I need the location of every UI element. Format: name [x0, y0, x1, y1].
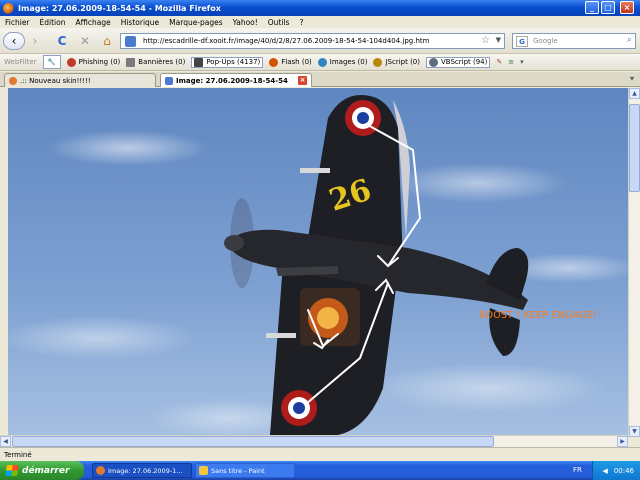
- tab-list-icon[interactable]: ▾: [630, 74, 634, 83]
- menu-file[interactable]: Fichier: [5, 18, 30, 27]
- firefox-logo-icon: [3, 2, 14, 14]
- bookmark-star-icon[interactable]: ☆: [481, 35, 490, 46]
- stop-button[interactable]: ✕: [77, 32, 93, 50]
- windows-logo-icon: [5, 465, 19, 476]
- list-icon[interactable]: ≡: [508, 58, 514, 66]
- home-icon: ⌂: [103, 34, 111, 48]
- menu-help[interactable]: ?: [299, 18, 303, 27]
- system-tray: FR ◀ 00:46: [573, 461, 640, 480]
- search-placeholder: Google: [533, 37, 558, 45]
- reload-button[interactable]: C: [54, 32, 70, 50]
- banner-icon: [126, 57, 136, 67]
- clock: 00:46: [613, 466, 634, 475]
- vertical-scroll-thumb[interactable]: [629, 104, 640, 192]
- paint-taskbar-icon: [199, 466, 208, 475]
- search-icon[interactable]: ⌕: [627, 35, 632, 45]
- emblem-core: [317, 307, 339, 329]
- tab-nouveau-skin[interactable]: .:: Nouveau skin!!!!!: [4, 73, 156, 87]
- page-favicon-icon: [9, 76, 17, 85]
- window-titlebar[interactable]: Image: 27.06.2009-18-54-54 - Mozilla Fir…: [0, 0, 640, 16]
- filter-flash[interactable]: Flash (0): [269, 57, 312, 67]
- scroll-up-icon[interactable]: ▲: [629, 88, 640, 99]
- jscript-icon: [373, 57, 383, 67]
- menu-edit[interactable]: Édition: [40, 18, 66, 27]
- popup-icon: [194, 57, 204, 67]
- maximize-button[interactable]: □: [601, 1, 615, 14]
- url-text: http://escadrille-df.xooit.fr/image/40/d…: [143, 37, 430, 45]
- windows-taskbar: démarrer Image: 27.06.2009-1... Sans tit…: [0, 461, 640, 480]
- filter-jscript[interactable]: JScript (0): [373, 57, 420, 67]
- image-icon: [317, 57, 327, 67]
- image-favicon-icon: [165, 76, 173, 85]
- edit-pen-icon[interactable]: ✎: [496, 58, 502, 66]
- annotation-text: BOOST ! KEEP ENGAGE!: [479, 310, 597, 321]
- status-bar: Terminé: [0, 447, 640, 461]
- webfilter-label: WebFilter: [4, 58, 37, 66]
- url-dropdown-icon[interactable]: ▼: [496, 36, 501, 44]
- back-button[interactable]: ‹: [3, 32, 25, 50]
- menu-bookmarks[interactable]: Marque-pages: [169, 18, 223, 27]
- url-bar[interactable]: http://escadrille-df.xooit.fr/image/40/d…: [120, 33, 505, 49]
- close-button[interactable]: ×: [620, 1, 634, 14]
- filter-vbscript[interactable]: VBScript (94): [426, 56, 491, 68]
- menu-view[interactable]: Affichage: [75, 18, 110, 27]
- scroll-right-icon[interactable]: ▶: [617, 436, 628, 447]
- status-text: Terminé: [4, 450, 32, 459]
- taskbar-firefox[interactable]: Image: 27.06.2009-1...: [92, 463, 192, 478]
- webfilter-toolbar: WebFilter 🔧 Phishing (0) Bannières (0) P…: [0, 54, 640, 71]
- menu-bar: Fichier Édition Affichage Historique Mar…: [0, 16, 640, 28]
- language-indicator[interactable]: FR: [573, 466, 582, 474]
- reload-icon: C: [57, 34, 67, 48]
- forward-arrow-icon: ›: [32, 34, 38, 48]
- scroll-left-icon[interactable]: ◀: [0, 436, 11, 447]
- content-left-edge: [0, 88, 8, 435]
- filter-phishing[interactable]: Phishing (0): [66, 57, 120, 67]
- filter-banners[interactable]: Bannières (0): [126, 57, 185, 67]
- filter-images[interactable]: Images (0): [317, 57, 367, 67]
- spinner: [224, 235, 244, 251]
- menu-yahoo[interactable]: Yahoo!: [233, 18, 258, 27]
- flash-icon: [269, 57, 279, 67]
- webfilter-wrench-icon[interactable]: 🔧: [42, 55, 61, 69]
- close-tab-icon[interactable]: ×: [298, 76, 307, 85]
- filter-popups[interactable]: Pop-Ups (4137): [191, 56, 264, 68]
- stop-icon: ✕: [79, 34, 91, 48]
- vertical-scrollbar[interactable]: ▲ ▼: [628, 88, 640, 437]
- back-arrow-icon: ‹: [11, 34, 17, 48]
- scroll-down-icon[interactable]: ▼: [629, 426, 640, 437]
- horizontal-scrollbar[interactable]: ◀ ▶: [0, 435, 628, 447]
- horizontal-scroll-thumb[interactable]: [12, 436, 494, 447]
- rocket-lower: [266, 333, 296, 338]
- spitfire-image: 26: [224, 94, 529, 435]
- navigation-toolbar: ‹ › C ✕ ⌂ http://escadrille-df.xooit.fr/…: [0, 28, 640, 54]
- taskbar-paint[interactable]: Sans titre - Paint: [195, 463, 295, 478]
- speaker-icon[interactable]: ◀: [602, 467, 607, 475]
- search-field[interactable]: G Google ⌕: [512, 33, 636, 49]
- window-title: Image: 27.06.2009-18-54-54 - Mozilla Fir…: [18, 3, 221, 13]
- forward-button[interactable]: ›: [25, 32, 45, 50]
- search-engine-icon[interactable]: G: [516, 36, 528, 47]
- roundel-lower: [281, 390, 317, 426]
- home-button[interactable]: ⌂: [99, 32, 115, 50]
- vbscript-icon: [429, 57, 438, 67]
- shield-icon: [66, 57, 76, 67]
- roundel-upper: [345, 100, 381, 136]
- minimize-button[interactable]: _: [585, 1, 599, 14]
- firefox-taskbar-icon: [96, 466, 105, 475]
- start-button[interactable]: démarrer: [0, 461, 84, 480]
- toolbar-dropdown-icon[interactable]: ▾: [520, 58, 524, 66]
- tab-image[interactable]: Image: 27.06.2009-18-54-54 ×: [160, 73, 312, 87]
- rocket-upper: [300, 168, 330, 173]
- menu-tools[interactable]: Outils: [268, 18, 290, 27]
- image-viewport[interactable]: 26 BOOST ! KEEP ENGAGE!: [8, 88, 628, 435]
- menu-history[interactable]: Historique: [121, 18, 159, 27]
- tab-bar: .:: Nouveau skin!!!!! Image: 27.06.2009-…: [0, 72, 640, 87]
- site-favicon-icon: [125, 36, 136, 47]
